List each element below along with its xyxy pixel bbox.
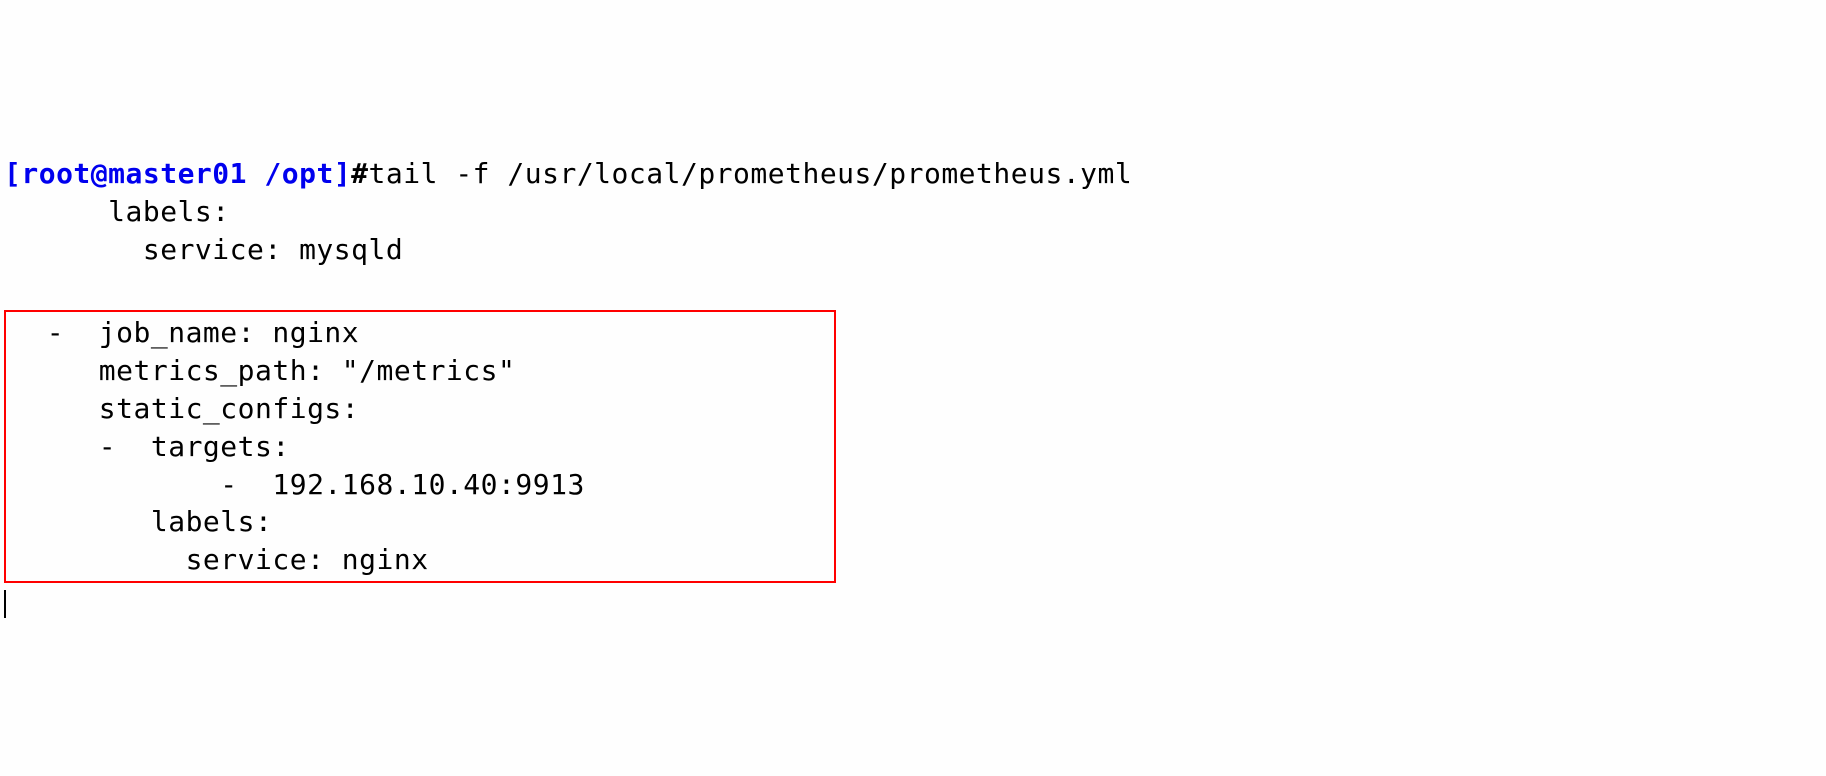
output-labels: labels: [4, 195, 230, 228]
output-metrics-path: metrics_path: "/metrics" [12, 354, 515, 387]
output-targets: - targets: [12, 430, 290, 463]
output-service-nginx: service: nginx [12, 543, 429, 576]
output-service-mysqld: service: mysqld [4, 233, 403, 266]
output-labels-nginx: labels: [12, 505, 272, 538]
terminal-cursor[interactable] [4, 590, 6, 618]
prompt-open-bracket: [ [4, 157, 21, 190]
prompt-user-host: root@master01 [21, 157, 247, 190]
output-static-configs: static_configs: [12, 392, 359, 425]
prompt-symbol: # [351, 157, 368, 190]
command-text: tail -f /usr/local/prometheus/prometheus… [369, 157, 1133, 190]
prompt-close-bracket: ] [334, 157, 351, 190]
output-job-name: - job_name: nginx [12, 316, 359, 349]
prompt-path: /opt [247, 157, 334, 190]
terminal-prompt: [root@master01 /opt]# [4, 157, 369, 190]
highlight-box: - job_name: nginx metrics_path: "/metric… [4, 310, 836, 583]
output-target-ip: - 192.168.10.40:9913 [12, 468, 585, 501]
